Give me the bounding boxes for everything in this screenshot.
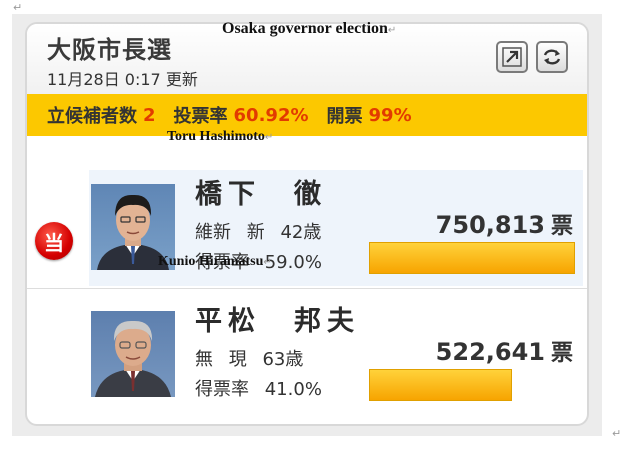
vote-bar-track [369,242,575,274]
english-caption-candidate: Kunio Hiramatsu↵ [158,254,272,269]
candidate-status: 新 [246,222,265,243]
candidate-votes: 750,813 票 [436,208,573,240]
candidate-portrait-icon [95,320,171,397]
candidate-age: 63歳 [262,349,304,370]
stats-bar: 立候補者数 2 投票率 60.92% 開票 99% [27,94,587,136]
election-widget: 大阪市長選 11月28日 0:17 更新 立候補者数 2 投票率 60.92% … [25,22,589,426]
votes-unit: 票 [550,341,573,366]
candidates-count-value: 2 [143,104,156,126]
candidate-party: 維新 [195,222,231,243]
english-caption-title: Osaka governor election↵ [222,20,397,37]
vote-bar [369,369,513,401]
votes-value: 750,813 [435,211,545,239]
candidates-count-label: 立候補者数 [47,106,137,127]
candidate-row: 平松 邦夫 無 現 63歳 得票率 41.0% 522,641 票 [27,289,587,424]
candidate-name: 平松 邦夫 [195,306,360,337]
candidate-row: 当 橋下 徹 維新 新 42歳 得票率 59.0% 750,813 票 [27,136,587,288]
candidate-votes: 522,641 票 [436,335,573,367]
rate-value: 59.0% [264,252,322,273]
votes-unit: 票 [550,214,573,239]
candidate-name: 橋下 徹 [195,179,327,210]
expand-button[interactable] [496,41,528,73]
turnout-value: 60.92% [233,104,309,126]
vote-bar [369,242,575,274]
paragraph-mark-top: ↵ [13,1,23,14]
counted-value: 99% [368,104,412,126]
paragraph-mark-bottom: ↵ [612,427,622,440]
english-caption-candidate: Toru Hashimoto↵ [167,129,274,144]
candidate-rate: 得票率 41.0% [195,375,322,401]
election-title: 大阪市長選 [47,36,172,64]
turnout-label: 投票率 [173,106,228,127]
candidate-age: 42歳 [280,222,322,243]
candidate-photo [91,311,175,397]
expand-arrow-icon [502,47,522,67]
candidate-party: 無 [195,349,213,370]
vote-bar-track [369,369,575,401]
updated-timestamp: 11月28日 0:17 更新 [47,70,198,89]
candidate-status: 現 [228,349,247,370]
refresh-icon [543,49,561,65]
refresh-button[interactable] [536,41,568,73]
candidate-meta: 無 現 63歳 [195,345,303,371]
counted-label: 開票 [326,106,363,127]
candidate-meta: 維新 新 42歳 [195,218,321,244]
rate-value: 41.0% [264,379,322,400]
winner-badge: 当 [35,222,73,260]
document-page: ↵ 大阪市長選 11月28日 0:17 更新 立候補者数 2 投票率 60.92… [0,0,640,450]
votes-value: 522,641 [435,338,545,366]
rate-label: 得票率 [195,379,249,400]
